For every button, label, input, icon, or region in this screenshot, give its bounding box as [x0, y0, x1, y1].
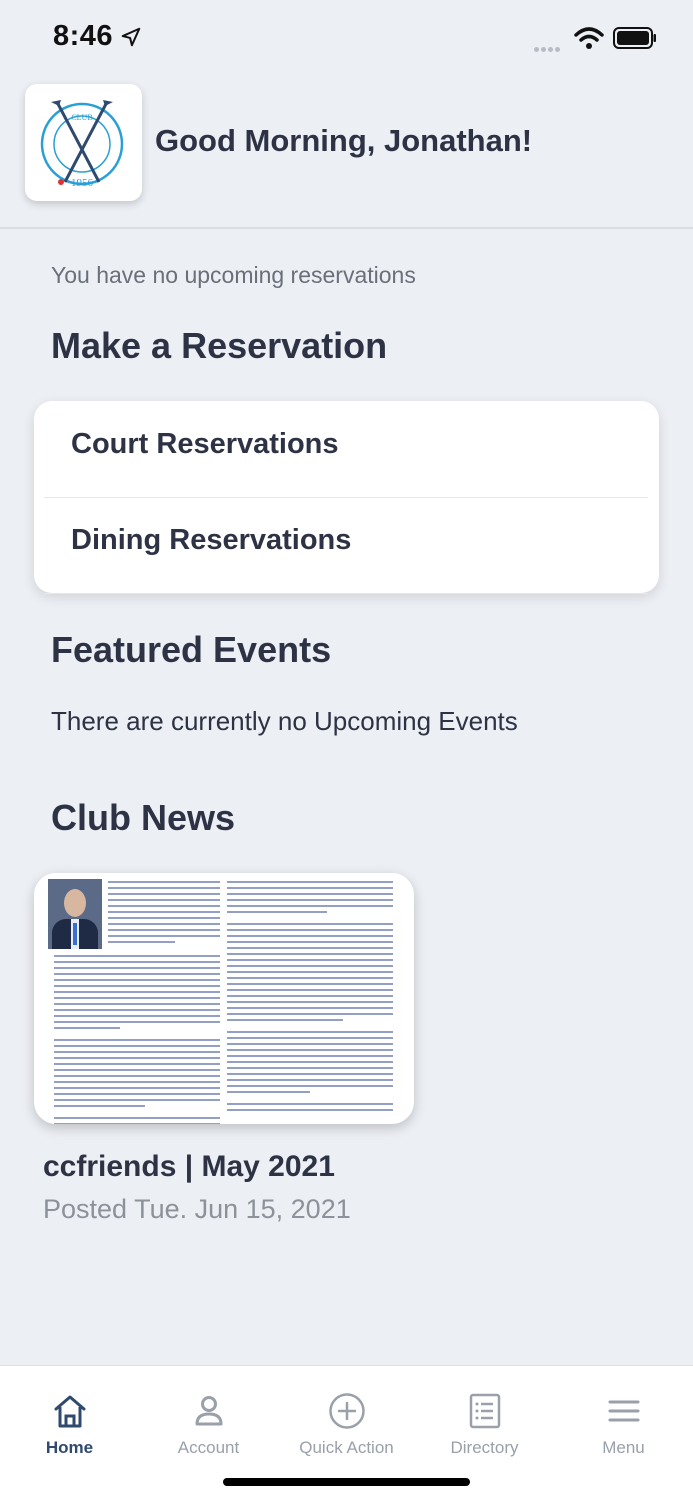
news-text-column-1a [108, 881, 220, 947]
club-news-title: Club News [51, 797, 236, 838]
tab-menu-label: Menu [602, 1438, 645, 1457]
tab-quick-action-label: Quick Action [299, 1438, 394, 1457]
tab-account[interactable]: Account [139, 1366, 278, 1466]
court-reservations-item[interactable]: Court Reservations [44, 401, 648, 498]
location-arrow-icon [121, 27, 141, 47]
court-reservations-label: Court Reservations [71, 428, 339, 460]
tab-quick-action[interactable]: Quick Action [277, 1366, 416, 1466]
news-item-title[interactable]: ccfriends | May 2021 [43, 1150, 335, 1184]
club-logo-emblem-icon: 1956 CLUB [40, 100, 124, 189]
list-icon [469, 1393, 500, 1429]
signal-icon [534, 39, 562, 57]
news-thumbnail[interactable] [34, 873, 414, 1124]
club-logo: 1956 CLUB [25, 84, 142, 201]
battery-icon [613, 27, 656, 49]
tab-home[interactable]: Home [0, 1366, 139, 1466]
tab-directory-label: Directory [450, 1438, 519, 1457]
tab-home-label: Home [45, 1438, 94, 1457]
dining-reservations-label: Dining Reservations [71, 524, 352, 556]
news-item-date: Posted Tue. Jun 15, 2021 [43, 1194, 351, 1224]
status-bar: 8:46 [0, 0, 693, 76]
greeting-text: Good Morning, Jonathan! [155, 123, 533, 158]
tab-menu[interactable]: Menu [554, 1366, 693, 1466]
make-reservation-title: Make a Reservation [51, 325, 388, 366]
home-indicator [223, 1478, 470, 1486]
person-icon [195, 1396, 222, 1426]
home-icon [54, 1395, 85, 1428]
status-time: 8:46 [53, 20, 114, 52]
dining-reservations-item[interactable]: Dining Reservations [44, 497, 648, 594]
no-events-message: There are currently no Upcoming Events [51, 706, 518, 736]
logo-year: 1956 [71, 177, 94, 189]
plus-circle-icon [328, 1393, 365, 1429]
svg-text:CLUB: CLUB [71, 113, 92, 122]
wifi-icon [574, 27, 604, 49]
news-text-column-1b [54, 955, 220, 1124]
tab-directory[interactable]: Directory [415, 1366, 554, 1466]
hamburger-icon [608, 1400, 639, 1422]
news-author-photo [48, 879, 102, 949]
app-header: 1956 CLUB Good Morning, Jonathan! [0, 76, 693, 229]
no-reservations-message: You have no upcoming reservations [51, 262, 416, 288]
news-text-column-2 [227, 881, 393, 1115]
reservation-options-card: Court Reservations Dining Reservations [34, 401, 659, 594]
tab-account-label: Account [177, 1438, 240, 1457]
featured-events-title: Featured Events [51, 629, 332, 670]
